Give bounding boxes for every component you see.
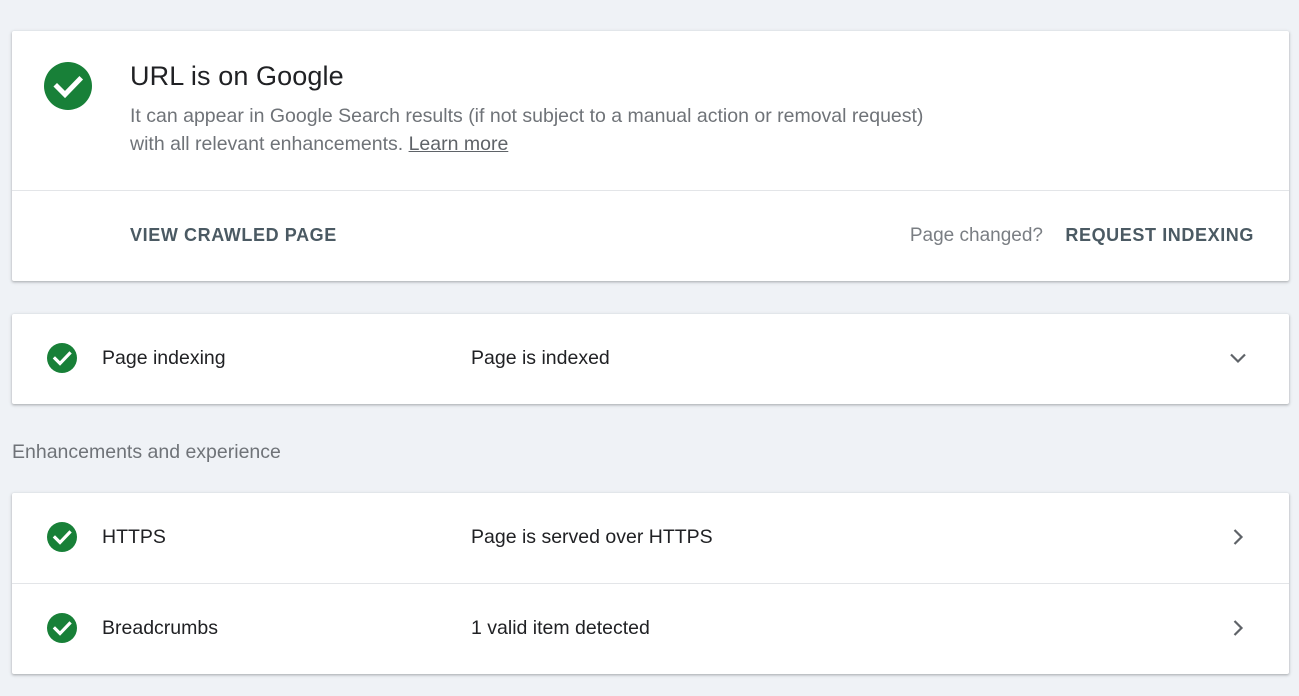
- chevron-right-icon[interactable]: [1227, 526, 1249, 548]
- enhancements-heading: Enhancements and experience: [12, 441, 281, 463]
- row-label: Breadcrumbs: [102, 617, 218, 639]
- status-header: URL is on Google It can appear in Google…: [12, 31, 1289, 191]
- request-indexing-button[interactable]: REQUEST INDEXING: [1065, 225, 1254, 246]
- view-crawled-page-button[interactable]: VIEW CRAWLED PAGE: [130, 225, 337, 246]
- row-label: HTTPS: [102, 526, 166, 548]
- status-description-text: It can appear in Google Search results (…: [130, 105, 924, 155]
- check-circle-icon: [44, 62, 92, 110]
- check-circle-icon: [47, 343, 77, 373]
- row-value: Page is served over HTTPS: [471, 526, 713, 548]
- page-indexing-row[interactable]: Page indexing Page is indexed: [12, 314, 1289, 404]
- page-changed-label: Page changed?: [909, 225, 1043, 246]
- row-label: Page indexing: [102, 347, 226, 369]
- enhancements-card: HTTPS Page is served over HTTPS Breadcru…: [12, 493, 1289, 674]
- page-indexing-card: Page indexing Page is indexed: [12, 314, 1289, 404]
- https-row[interactable]: HTTPS Page is served over HTTPS: [12, 493, 1289, 583]
- check-circle-icon: [47, 522, 77, 552]
- chevron-right-icon[interactable]: [1227, 617, 1249, 639]
- url-status-card: URL is on Google It can appear in Google…: [12, 31, 1289, 281]
- status-description: It can appear in Google Search results (…: [130, 102, 930, 158]
- chevron-down-icon[interactable]: [1227, 347, 1249, 369]
- row-value: 1 valid item detected: [471, 617, 650, 639]
- breadcrumbs-row[interactable]: Breadcrumbs 1 valid item detected: [12, 583, 1289, 674]
- status-title: URL is on Google: [130, 61, 344, 91]
- learn-more-link[interactable]: Learn more: [409, 133, 509, 155]
- status-actions: VIEW CRAWLED PAGE Page changed? REQUEST …: [12, 191, 1289, 281]
- check-circle-icon: [47, 613, 77, 643]
- row-value: Page is indexed: [471, 347, 610, 369]
